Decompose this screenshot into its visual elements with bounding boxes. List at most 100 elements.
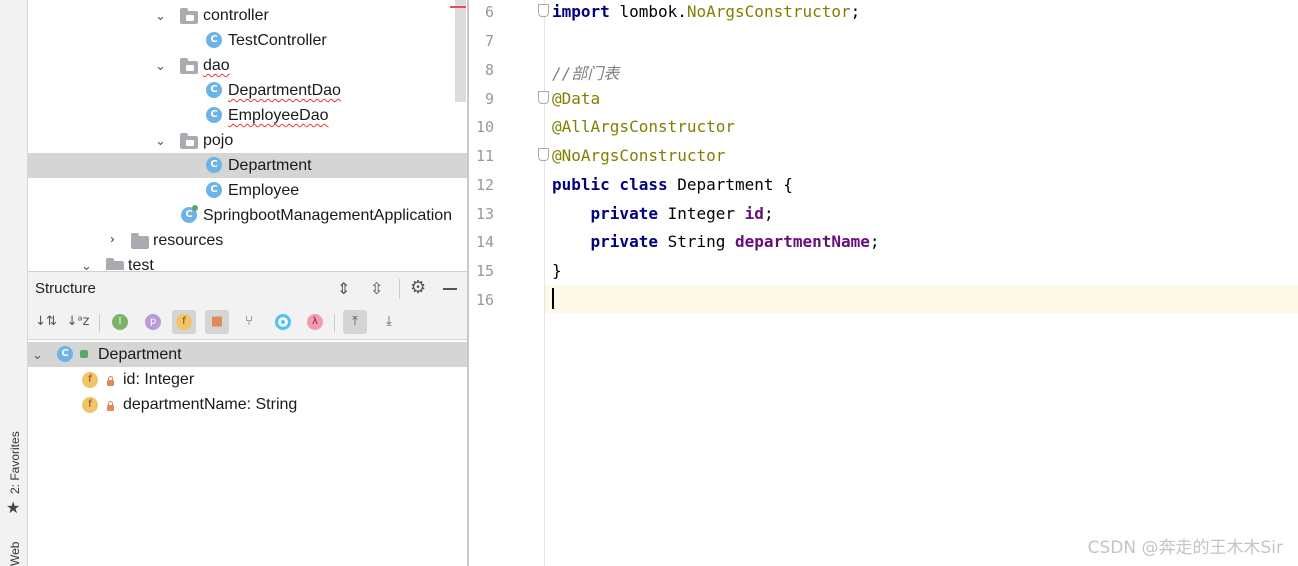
private-lock-icon xyxy=(107,401,114,411)
tree-vertical-scrollbar[interactable] xyxy=(455,0,466,102)
tree-item-label: DepartmentDao xyxy=(228,82,341,99)
chevron-right-icon[interactable]: ⌄ xyxy=(102,234,117,245)
public-access-icon xyxy=(80,350,88,358)
run-badge-icon xyxy=(192,205,198,211)
structure-root-label: Department xyxy=(98,346,182,363)
chevron-down-icon[interactable]: ⌄ xyxy=(155,9,166,22)
text-caret xyxy=(552,288,554,309)
tree-class-employeedao[interactable]: C EmployeeDao xyxy=(28,103,467,128)
show-non-public-icon[interactable]: ■ xyxy=(205,310,229,334)
package-folder-icon xyxy=(180,58,198,74)
tree-class-departmentdao[interactable]: C DepartmentDao xyxy=(28,78,467,103)
show-anonymous-icon[interactable]: ⑂ xyxy=(237,310,261,334)
project-tree: ⌄ controller C TestController ⌄ dao C De… xyxy=(28,0,467,270)
line-number: 10 xyxy=(475,118,494,136)
tree-item-label: Department xyxy=(228,157,312,174)
show-properties-icon[interactable]: p xyxy=(141,310,165,334)
tree-item-label: EmployeeDao xyxy=(228,107,329,124)
chevron-down-icon[interactable]: ⌄ xyxy=(32,348,43,361)
show-interfaces-icon[interactable] xyxy=(271,310,295,334)
minimize-icon[interactable] xyxy=(443,288,457,290)
code-line-6[interactable]: import lombok.NoArgsConstructor; xyxy=(552,2,860,21)
structure-root-department[interactable]: ⌄ C Department xyxy=(28,342,467,367)
tree-item-label: controller xyxy=(203,7,269,24)
private-lock-icon xyxy=(107,376,114,386)
collapse-all-icon[interactable]: ⇳ xyxy=(370,279,383,299)
chevron-down-icon[interactable]: ⌄ xyxy=(81,259,92,270)
chevron-down-icon[interactable]: ⌄ xyxy=(155,134,166,147)
field-icon: f xyxy=(82,372,98,388)
tree-package-controller[interactable]: ⌄ controller xyxy=(28,3,467,28)
tree-class-testcontroller[interactable]: C TestController xyxy=(28,28,467,53)
code-line-13[interactable]: private Integer id; xyxy=(552,204,774,223)
line-number: 9 xyxy=(484,90,494,108)
line-number: 11 xyxy=(475,147,494,165)
code-line-9[interactable]: @Data xyxy=(552,89,600,108)
code-line-8[interactable]: //部门表 xyxy=(552,60,619,84)
favorites-tab[interactable]: 2: Favorites xyxy=(8,431,22,494)
current-line-highlight xyxy=(469,285,1298,313)
tree-package-pojo[interactable]: ⌄ pojo xyxy=(28,128,467,153)
structure-panel-header: Structure ⇕ ⇳ ⚙ xyxy=(28,271,467,306)
autoscroll-to-source-icon[interactable]: ⤒ xyxy=(343,310,367,334)
toolbar-separator xyxy=(99,314,100,332)
test-folder-icon xyxy=(106,258,124,270)
star-icon: ★ xyxy=(6,498,21,517)
package-folder-icon xyxy=(180,133,198,149)
structure-field-departmentname[interactable]: f departmentName: String xyxy=(28,392,467,417)
tree-package-dao[interactable]: ⌄ dao xyxy=(28,53,467,78)
toolbar-separator xyxy=(334,314,335,332)
tree-item-label: resources xyxy=(153,232,224,249)
gear-icon[interactable]: ⚙ xyxy=(410,277,426,298)
fold-marker-icon[interactable] xyxy=(538,148,549,161)
resources-folder-icon xyxy=(131,233,149,249)
editor-gutter: 6 7 8 9 10 11 12 13 14 15 16 xyxy=(469,0,545,566)
tree-item-label: test xyxy=(128,257,154,270)
autoscroll-from-source-icon[interactable]: ⤓ xyxy=(377,310,401,334)
fold-marker-icon[interactable] xyxy=(538,4,549,17)
sort-by-visibility-icon[interactable]: ↓⇅ xyxy=(34,310,58,334)
code-line-11[interactable]: @NoArgsConstructor xyxy=(552,146,725,165)
class-icon: C xyxy=(206,32,222,48)
tree-item-label: TestController xyxy=(228,32,327,49)
code-line-10[interactable]: @AllArgsConstructor xyxy=(552,117,735,136)
line-number: 6 xyxy=(484,3,494,21)
structure-tree: ⌄ C Department f id: Integer f departmen… xyxy=(28,340,467,566)
show-lambdas-icon[interactable]: λ xyxy=(303,310,327,334)
error-marker xyxy=(450,6,466,8)
field-icon: f xyxy=(82,397,98,413)
line-number: 8 xyxy=(484,61,494,79)
code-line-15[interactable]: } xyxy=(552,261,562,280)
structure-title: Structure xyxy=(35,280,96,297)
tree-item-label: pojo xyxy=(203,132,234,149)
package-folder-icon xyxy=(180,8,198,24)
tree-class-application[interactable]: C SpringbootManagementApplication xyxy=(28,203,467,228)
show-fields-icon[interactable]: f xyxy=(172,310,196,334)
tree-item-label: SpringbootManagementApplication xyxy=(203,207,453,224)
structure-field-id[interactable]: f id: Integer xyxy=(28,367,467,392)
structure-toolbar: ↓⇅ ↓ᵃz I p f ■ ⑂ λ ⤒ ⤓ xyxy=(28,305,467,340)
show-inherited-icon[interactable]: I xyxy=(108,310,132,334)
line-number: 16 xyxy=(475,291,494,309)
web-tab[interactable]: Web xyxy=(8,542,22,566)
line-number: 12 xyxy=(475,176,494,194)
class-icon: C xyxy=(206,157,222,173)
structure-field-label: id: Integer xyxy=(123,371,195,388)
tree-folder-resources[interactable]: ⌄ resources xyxy=(28,228,467,253)
line-number: 14 xyxy=(475,233,494,251)
fold-marker-icon[interactable] xyxy=(538,91,549,104)
toolbar-separator xyxy=(399,279,400,299)
class-icon: C xyxy=(206,107,222,123)
tree-class-employee[interactable]: C Employee xyxy=(28,178,467,203)
tree-class-department[interactable]: C Department xyxy=(28,153,467,178)
code-line-12[interactable]: public class Department { xyxy=(552,175,793,194)
structure-field-label: departmentName: String xyxy=(123,396,298,413)
left-tool-strip: 2: Favorites ★ Web xyxy=(0,0,28,566)
sort-alphabetically-icon[interactable]: ↓ᵃz xyxy=(66,310,90,334)
tree-folder-test[interactable]: ⌄ test xyxy=(28,253,467,270)
code-line-14[interactable]: private String departmentName; xyxy=(552,232,880,251)
class-icon: C xyxy=(57,346,73,362)
expand-all-icon[interactable]: ⇕ xyxy=(337,279,350,299)
chevron-down-icon[interactable]: ⌄ xyxy=(155,59,166,72)
tree-item-label: dao xyxy=(203,57,230,74)
